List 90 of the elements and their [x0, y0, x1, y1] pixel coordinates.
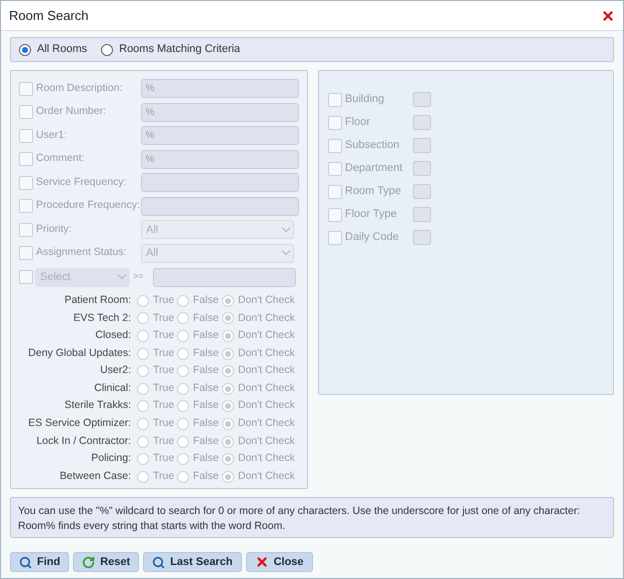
radio-label: False	[193, 451, 219, 466]
radio-label: False	[193, 346, 219, 361]
window-title: Room Search	[9, 6, 88, 25]
lookup-label: Daily Code	[345, 230, 400, 246]
search-icon	[152, 556, 166, 568]
field-label: Comment:	[36, 151, 86, 166]
browse-button[interactable]	[413, 207, 431, 222]
browse-button[interactable]	[413, 184, 431, 199]
lookup-label: Department	[345, 161, 404, 176]
radio-label: False	[193, 328, 219, 344]
flag-label: Closed:	[94, 328, 131, 344]
field-label: User1:	[36, 128, 68, 143]
radio-label: True	[153, 328, 174, 344]
checkbox[interactable]	[328, 162, 342, 176]
radio-label: False	[193, 398, 219, 414]
field-label: Order Number:	[36, 104, 108, 120]
flag-label: EVS Tech 2:	[72, 310, 131, 326]
flag-label: Patient Room:	[63, 292, 131, 308]
checkbox[interactable]	[328, 230, 342, 244]
radio-label: True	[153, 398, 174, 414]
action-button[interactable]: Close	[246, 552, 313, 572]
checkbox[interactable]	[328, 116, 342, 130]
radio-label: Don't Check	[238, 346, 295, 361]
radio-label: False	[193, 363, 219, 378]
browse-button[interactable]	[413, 115, 431, 130]
lookup-label: Room Type	[345, 184, 402, 200]
radio-label: False	[193, 468, 219, 484]
flag-label: Sterile Trakks:	[63, 398, 131, 414]
close-icon	[601, 8, 615, 22]
radio-label: True	[153, 346, 174, 361]
checkbox[interactable]	[328, 92, 342, 106]
search-icon	[19, 556, 32, 568]
radio-label: True	[153, 363, 174, 378]
radio-label: Don't Check	[238, 434, 295, 449]
field-label: Assignment Status:	[36, 245, 128, 260]
radio-label: Don't Check	[238, 363, 295, 378]
browse-button[interactable]	[413, 230, 431, 245]
radio-button[interactable]	[101, 44, 114, 56]
checkbox[interactable]	[328, 184, 342, 198]
radio-label: True	[153, 292, 174, 308]
flag-label: Lock In / Contractor:	[35, 434, 131, 449]
radio-label: True	[153, 451, 174, 466]
flag-label: User2:	[99, 363, 131, 378]
radio-label: Don't Check	[238, 310, 295, 326]
radio-label: False	[193, 292, 219, 308]
browse-button[interactable]	[413, 138, 431, 153]
flag-label: Clinical:	[93, 380, 131, 396]
lookup-label: Floor	[345, 115, 372, 130]
field-label: Service Frequency:	[36, 174, 128, 190]
operator-label: >=	[133, 270, 145, 284]
radio-label: True	[153, 380, 174, 396]
checkbox[interactable]	[328, 138, 342, 152]
action-button[interactable]: Reset	[73, 552, 140, 572]
close-button[interactable]	[601, 8, 615, 22]
radio-label: Rooms Matching Criteria	[119, 42, 240, 58]
radio-label: Don't Check	[238, 416, 295, 432]
field-label: Procedure Frequency:	[36, 198, 141, 214]
radio-label: Don't Check	[238, 380, 295, 396]
field-label: Priority:	[36, 222, 73, 237]
radio-label: False	[193, 416, 219, 432]
radio-label: Don't Check	[238, 398, 295, 414]
help-text: You can use the "%" wildcard to search for 0 or more of any characters. Use the underscore for just one of any character: Room% finds every string that starts with the word Room.	[18, 504, 582, 534]
radio-label: Don't Check	[238, 468, 295, 484]
lookup-label: Building	[345, 92, 386, 108]
close-icon	[254, 555, 269, 569]
radio-label: False	[193, 380, 219, 396]
action-button[interactable]: Last Search	[143, 552, 242, 572]
lookup-label: Subsection	[345, 138, 400, 154]
radio-label: All Rooms	[37, 42, 88, 58]
radio-label: False	[193, 310, 219, 326]
flag-label: Deny Global Updates:	[27, 346, 131, 361]
radio-label: True	[153, 416, 174, 432]
radio-label: True	[153, 434, 174, 449]
radio-label: True	[153, 310, 174, 326]
flag-label: Between Case:	[58, 468, 131, 484]
flag-label: Policing:	[90, 451, 131, 466]
refresh-icon	[82, 556, 96, 568]
flag-label: ES Service Optimizer:	[27, 416, 131, 432]
action-button[interactable]: Find	[10, 552, 70, 572]
browse-button[interactable]	[413, 92, 431, 107]
radio-label: Don't Check	[238, 328, 295, 344]
radio-label: Don't Check	[238, 292, 295, 308]
radio-label: True	[153, 468, 174, 484]
lookup-label: Floor Type	[345, 207, 398, 222]
checkbox[interactable]	[328, 208, 342, 222]
browse-button[interactable]	[413, 161, 431, 176]
radio-button[interactable]	[19, 44, 31, 56]
field-label: Room Description:	[36, 80, 124, 96]
radio-label: False	[193, 434, 219, 449]
radio-label: Don't Check	[238, 451, 295, 466]
